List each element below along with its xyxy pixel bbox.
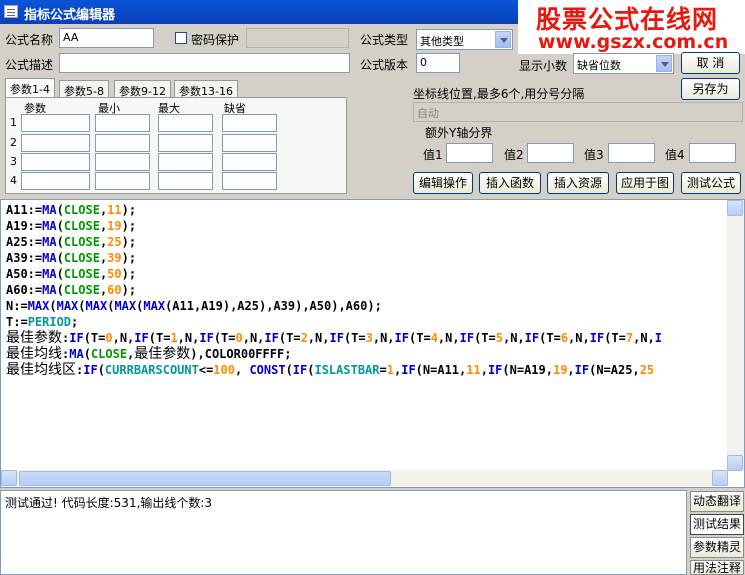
param-row-label: 3 (10, 155, 17, 168)
param-min-input[interactable] (95, 114, 150, 132)
test-result-panel: 测试通过! 代码长度:531,输出线个数:3 (0, 490, 687, 575)
version-label: 公式版本 (360, 58, 409, 72)
version-input[interactable]: 0 (416, 53, 460, 73)
window-icon (4, 5, 18, 18)
param-max-input[interactable] (158, 134, 213, 152)
param-row-label: 4 (10, 174, 17, 187)
desc-input[interactable] (59, 53, 350, 73)
usage-notes-button[interactable]: 用法注释 (690, 560, 744, 575)
value4-input[interactable] (689, 143, 736, 163)
param-default-input[interactable] (222, 153, 277, 171)
dynamic-translate-button[interactable]: 动态翻译 (690, 491, 744, 512)
tab-params-13-16[interactable]: 参数13-16 (174, 80, 238, 98)
param-row-label: 2 (10, 136, 17, 149)
param-max-input[interactable] (158, 172, 213, 190)
chevron-down-icon[interactable] (495, 31, 511, 48)
coords-label: 坐标线位置,最多6个,用分号分隔 (413, 87, 585, 101)
param-wizard-button[interactable]: 参数精灵 (690, 537, 744, 558)
param-max-input[interactable] (158, 153, 213, 171)
type-select[interactable]: 其他类型 (416, 29, 513, 50)
value4-label: 值4 (665, 148, 685, 162)
param-min-input[interactable] (95, 172, 150, 190)
decimal-value: 缺省位数 (577, 59, 621, 72)
y-axis-group-label: 额外Y轴分界 (422, 124, 496, 141)
apply-to-chart-button[interactable]: 应用于图 (616, 172, 674, 194)
status-text: 测试通过! 代码长度:531,输出线个数:3 (5, 496, 213, 510)
password-input (246, 28, 349, 48)
param-max-input[interactable] (158, 114, 213, 132)
horizontal-scroll-thumb[interactable] (19, 471, 391, 486)
value3-label: 值3 (584, 148, 604, 162)
param-name-input[interactable] (21, 172, 90, 190)
param-default-input[interactable] (222, 172, 277, 190)
param-name-input[interactable] (21, 153, 90, 171)
chevron-down-icon[interactable] (656, 55, 672, 72)
tab-params-1-4[interactable]: 参数1-4 (5, 78, 55, 98)
save-as-button[interactable]: 另存为 (681, 78, 740, 100)
watermark-url: www.gszx.com.cn (538, 31, 729, 53)
value2-label: 值2 (504, 148, 524, 162)
scroll-right-button[interactable] (712, 470, 728, 486)
formula-code[interactable]: A11:=MA(CLOSE,11); A19:=MA(CLOSE,19); A2… (6, 202, 662, 378)
value1-label: 值1 (423, 148, 443, 162)
param-min-input[interactable] (95, 153, 150, 171)
edit-operation-button[interactable]: 编辑操作 (413, 172, 473, 194)
watermark: 股票公式在线网 www.gszx.com.cn (518, 0, 745, 54)
password-label: 密码保护 (191, 33, 240, 47)
horizontal-scrollbar[interactable] (1, 470, 728, 487)
type-value: 其他类型 (420, 35, 464, 48)
test-result-tab[interactable]: 测试结果 (690, 514, 744, 535)
coords-input[interactable]: 自动 (413, 102, 743, 122)
cancel-button[interactable]: 取 消 (681, 52, 740, 74)
param-default-input[interactable] (222, 134, 277, 152)
checkbox-icon[interactable] (175, 32, 187, 44)
value2-input[interactable] (527, 143, 574, 163)
title-bar: 指标公式编辑器 (0, 0, 520, 24)
param-name-input[interactable] (21, 114, 90, 132)
param-default-input[interactable] (222, 114, 277, 132)
insert-resource-button[interactable]: 插入资源 (547, 172, 609, 194)
code-editor[interactable]: A11:=MA(CLOSE,11); A19:=MA(CLOSE,19); A2… (0, 199, 745, 488)
decimal-select[interactable]: 缺省位数 (573, 53, 674, 74)
param-row-label: 1 (10, 116, 17, 129)
value3-input[interactable] (608, 143, 655, 163)
scroll-left-button[interactable] (1, 470, 17, 486)
scroll-down-button[interactable] (727, 455, 743, 471)
window-title: 指标公式编辑器 (24, 8, 116, 23)
decimal-label: 显示小数 (519, 59, 568, 73)
tab-params-5-8[interactable]: 参数5-8 (59, 80, 109, 98)
param-name-input[interactable] (21, 134, 90, 152)
coords-placeholder: 自动 (417, 107, 439, 120)
type-label: 公式类型 (360, 33, 409, 47)
insert-function-button[interactable]: 插入函数 (479, 172, 541, 194)
test-formula-button[interactable]: 测试公式 (681, 172, 741, 194)
param-min-input[interactable] (95, 134, 150, 152)
vertical-scrollbar[interactable] (727, 200, 744, 471)
value1-input[interactable] (446, 143, 493, 163)
params-panel: 参数 最小 最大 缺省 1 2 3 4 (5, 97, 347, 194)
scroll-up-button[interactable] (727, 200, 743, 216)
tab-params-9-12[interactable]: 参数9-12 (114, 80, 171, 98)
desc-label: 公式描述 (5, 58, 54, 72)
name-input[interactable]: AA (59, 28, 154, 48)
name-label: 公式名称 (5, 33, 54, 47)
